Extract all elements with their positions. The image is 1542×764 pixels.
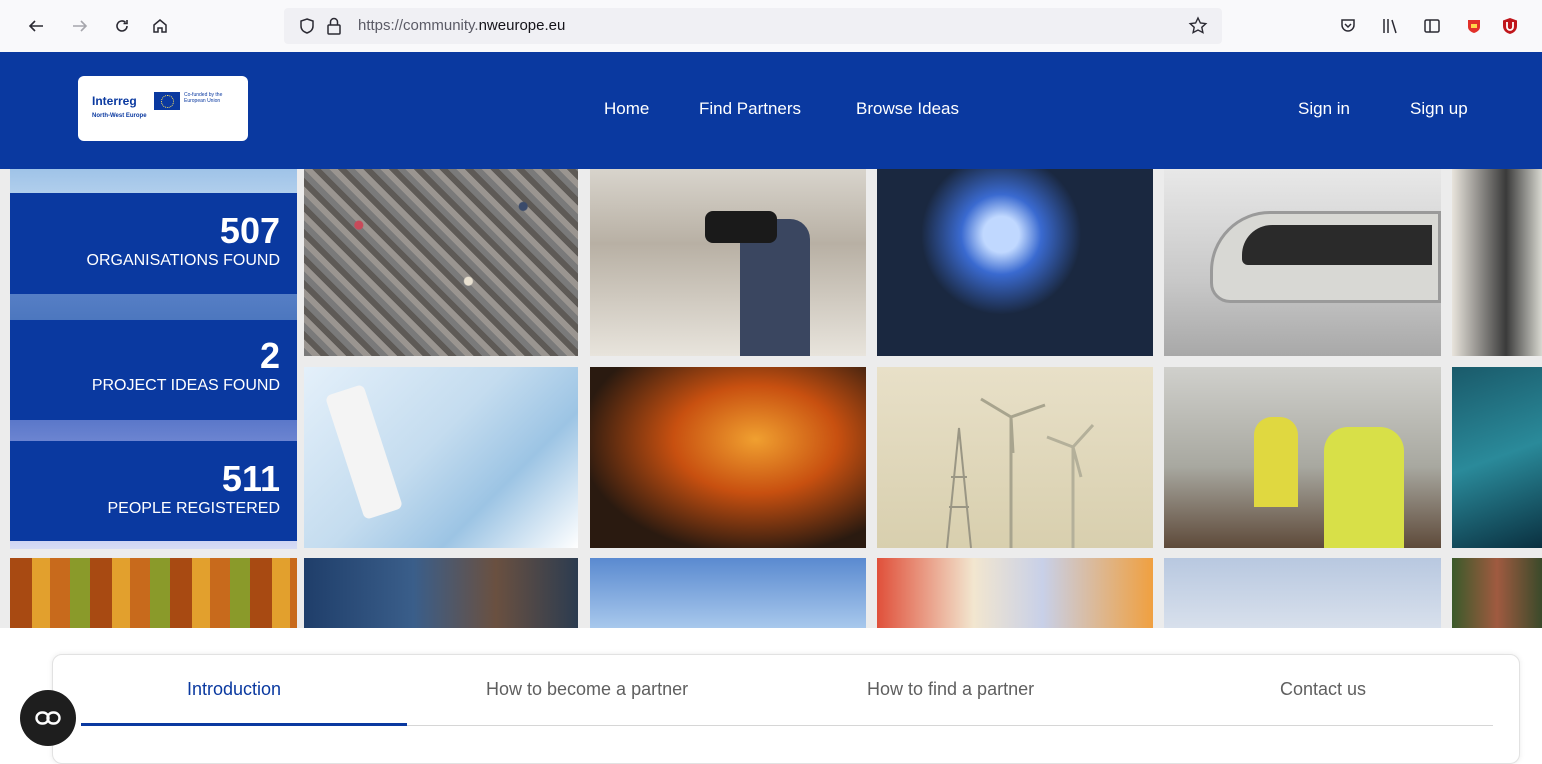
exhibition-photo — [1452, 169, 1542, 356]
wind-turbines-photo — [877, 367, 1153, 548]
lock-icon[interactable] — [326, 17, 342, 40]
stat-label: PROJECT IDEAS FOUND — [91, 377, 280, 394]
wind-turbine-drawing — [946, 397, 1095, 548]
url-domain: nweurope.eu — [478, 17, 566, 34]
eu-flag-icon — [154, 92, 180, 110]
url-prefix: https://community. — [358, 17, 479, 34]
glass-building-photo — [590, 558, 866, 628]
sport-photo — [1452, 558, 1542, 628]
conference-stage-photo — [590, 367, 866, 548]
home-icon[interactable] — [146, 12, 174, 40]
sidebar-icon[interactable] — [1418, 12, 1446, 40]
bookmark-star-icon[interactable] — [1188, 16, 1208, 41]
worker-vest-shape — [1324, 427, 1404, 548]
stat-organisations: 507 ORGANISATIONS FOUND — [10, 193, 297, 294]
welding-photo — [877, 169, 1153, 356]
recycling-workers-photo — [1164, 367, 1441, 548]
crowd-photo — [304, 169, 578, 356]
forward-arrow-icon[interactable] — [66, 12, 94, 40]
browser-toolbar: https://community.nweurope.eu — [0, 0, 1542, 52]
url-bar[interactable]: https://community.nweurope.eu — [284, 8, 1222, 44]
pocket-icon[interactable] — [1334, 12, 1362, 40]
extension-icon[interactable] — [1460, 12, 1488, 40]
info-tabs: Introduction How to become a partner How… — [52, 654, 1520, 764]
shield-icon[interactable] — [298, 17, 316, 40]
stat-label: PEOPLE REGISTERED — [107, 500, 281, 517]
ublock-icon[interactable] — [1496, 12, 1524, 40]
logo-region: North-West Europe — [92, 113, 147, 119]
nav-browse-ideas[interactable]: Browse Ideas — [856, 99, 959, 119]
stat-people: 511 PEOPLE REGISTERED — [10, 441, 297, 541]
cookie-consent-button[interactable] — [20, 690, 76, 746]
tab-find-partner[interactable]: How to find a partner — [867, 679, 1034, 700]
tab-divider — [407, 725, 1493, 726]
city-skyline-photo — [1164, 558, 1441, 628]
back-arrow-icon[interactable] — [22, 12, 50, 40]
stat-value: 511 — [221, 458, 280, 499]
vr-headset-shape — [705, 211, 777, 243]
tab-introduction[interactable]: Introduction — [187, 679, 281, 700]
nav-find-partners[interactable]: Find Partners — [699, 99, 801, 119]
microscope-shape — [324, 384, 404, 520]
factory-worker-photo — [304, 558, 578, 628]
library-icon[interactable] — [1376, 12, 1404, 40]
worker-vest-shape-2 — [1254, 417, 1298, 507]
link-icon — [35, 711, 61, 725]
url-text: https://community.nweurope.eu — [358, 17, 565, 34]
bottles-photo — [10, 558, 297, 628]
interreg-logo[interactable]: Interreg Co-funded by the European Union… — [78, 76, 248, 141]
stat-label: ORGANISATIONS FOUND — [86, 252, 281, 269]
water-photo — [1452, 367, 1542, 548]
stat-value: 2 — [259, 335, 280, 376]
active-tab-indicator — [81, 723, 407, 726]
tram-photo — [1164, 169, 1441, 356]
vr-headset-photo — [590, 169, 866, 356]
nav-home[interactable]: Home — [604, 99, 649, 119]
stat-value: 507 — [219, 210, 280, 251]
meeting-room-photo — [877, 558, 1153, 628]
photo-mosaic: 507 ORGANISATIONS FOUND 2 PROJECT IDEAS … — [0, 169, 1542, 628]
sign-in-link[interactable]: Sign in — [1298, 99, 1350, 119]
stat-project-ideas: 2 PROJECT IDEAS FOUND — [10, 320, 297, 420]
site-header: Interreg Co-funded by the European Union… — [0, 52, 1542, 169]
tram-window-shape — [1242, 225, 1432, 265]
sign-up-link[interactable]: Sign up — [1410, 99, 1468, 119]
logo-cofunded: Co-funded by the European Union — [184, 92, 223, 104]
microscope-photo — [304, 367, 578, 548]
tab-become-partner[interactable]: How to become a partner — [486, 679, 688, 700]
reload-icon[interactable] — [108, 12, 136, 40]
logo-wordmark: Interreg — [92, 94, 137, 108]
tab-contact-us[interactable]: Contact us — [1280, 679, 1366, 700]
